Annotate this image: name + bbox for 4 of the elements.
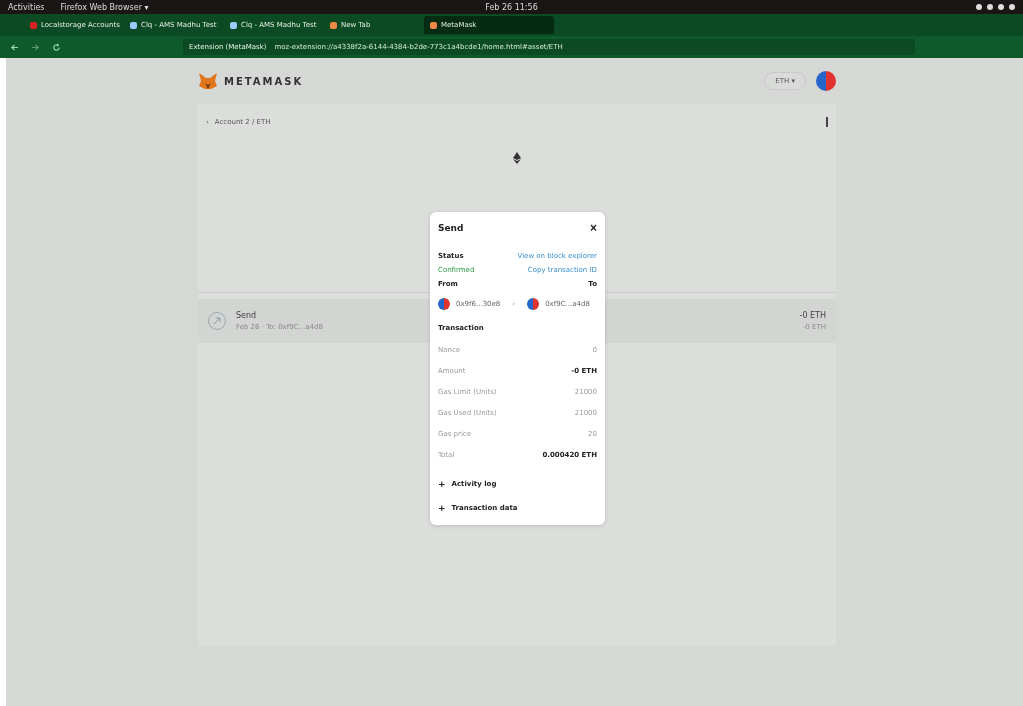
dialog-title: Send: [438, 223, 464, 233]
brand-name: METAMASK: [224, 75, 304, 87]
activity-amount: -0 ETH: [799, 311, 826, 320]
activity-title: Send: [236, 311, 258, 320]
